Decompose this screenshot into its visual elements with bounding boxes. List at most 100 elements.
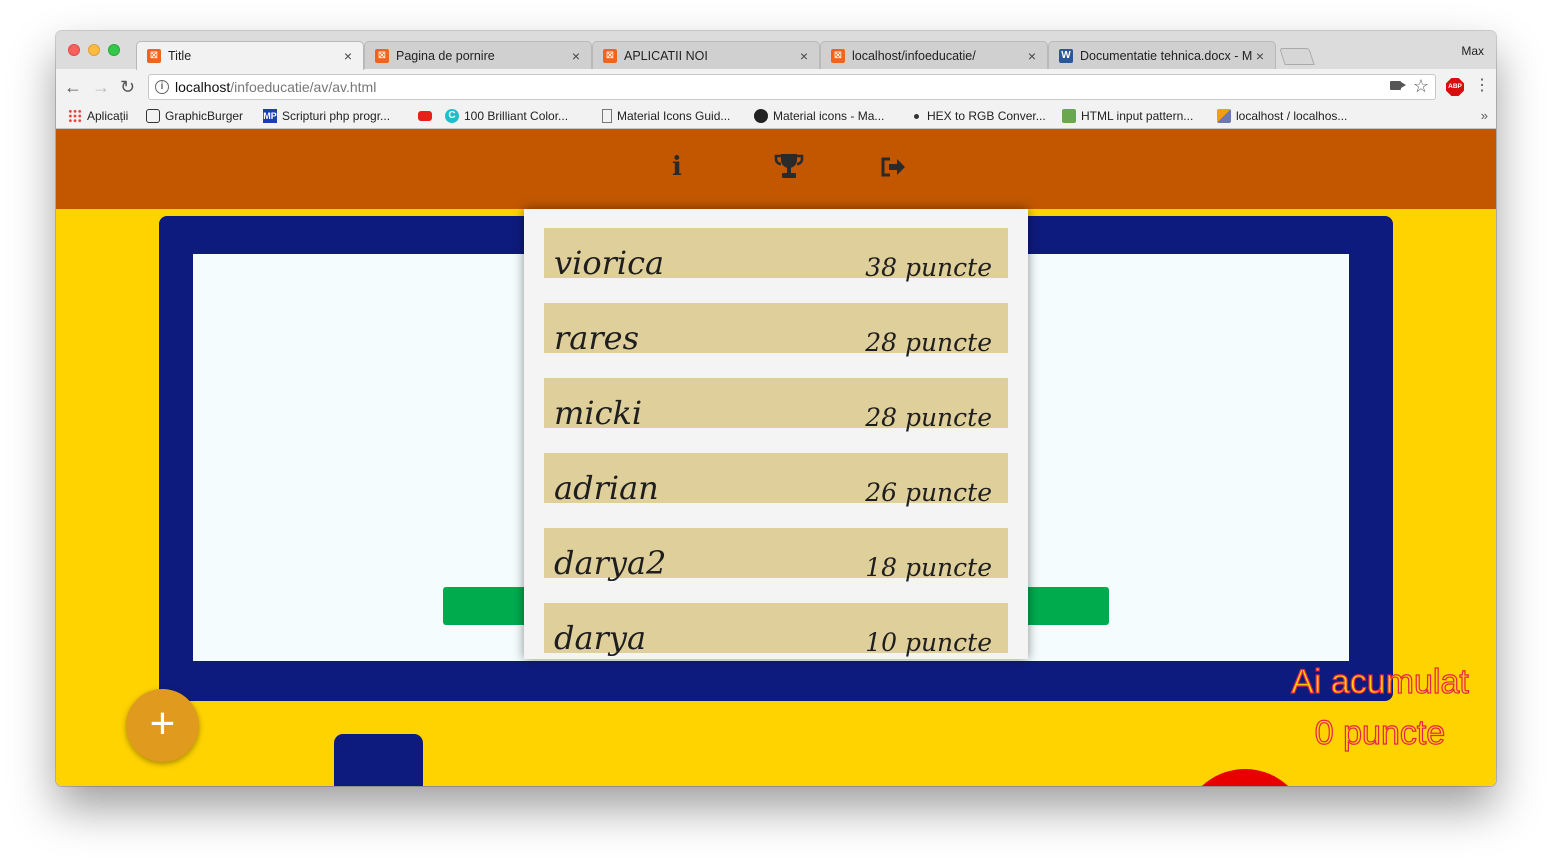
xampp-icon: ⊠: [147, 49, 161, 63]
bookmark-html-input-pattern[interactable]: HTML input pattern...: [1062, 109, 1193, 123]
window-minimize-button[interactable]: [88, 44, 100, 56]
red-circle-shape: [1182, 769, 1308, 786]
tab-documentatie-tehnica[interactable]: W Documentatie tehnica.docx - M ×: [1048, 41, 1276, 69]
word-icon: W: [1059, 48, 1073, 63]
bookmark-label: Material Icons Guid...: [617, 109, 731, 123]
back-arrow-icon[interactable]: ←: [64, 77, 82, 97]
tab-close-icon[interactable]: ×: [1253, 48, 1267, 64]
window-maximize-button[interactable]: [108, 44, 120, 56]
tab-label: APLICATII NOI: [624, 48, 708, 63]
new-tab-button[interactable]: [1279, 48, 1315, 65]
player-name: rares: [554, 319, 640, 357]
leaderboard-row: adrian 26 puncte: [544, 453, 1008, 507]
github-icon: [754, 109, 768, 123]
bookmarks-bar: Aplicații GraphicBurger MP Scripturi php…: [56, 105, 1496, 129]
tab-close-icon[interactable]: ×: [1025, 48, 1039, 64]
tab-strip: ⊠ Title × ⊠ Pagina de pornire × ⊠ APLICA…: [56, 31, 1496, 70]
bookmark-label: Material icons - Ma...: [773, 109, 885, 123]
player-score: 10 puncte: [865, 628, 992, 657]
browser-toolbar: ← → ↻ i localhost/infoeducatie/av/av.htm…: [56, 69, 1496, 105]
camera-icon[interactable]: [1390, 81, 1406, 90]
tab-label: Title: [168, 49, 192, 63]
bookmark-graphicburger[interactable]: GraphicBurger: [146, 109, 243, 123]
tab-close-icon[interactable]: ×: [797, 48, 811, 64]
leaderboard-row: darya2 18 puncte: [544, 528, 1008, 582]
tab-close-icon[interactable]: ×: [341, 48, 355, 64]
tab-title[interactable]: ⊠ Title ×: [136, 41, 364, 70]
bookmark-material-icons[interactable]: Material icons - Ma...: [754, 109, 884, 123]
player-name: viorica: [554, 244, 665, 282]
tab-label: localhost/infoeducatie/: [852, 48, 976, 63]
bookmark-scripturi-php[interactable]: MP Scripturi php progr...: [263, 109, 390, 123]
bookmark-star-icon[interactable]: ☆: [1413, 76, 1429, 97]
score-label-line1: Ai acumulat: [1291, 662, 1470, 701]
logout-icon[interactable]: [880, 156, 906, 183]
leaderboard-panel: viorica 38 puncte rares 28 puncte micki …: [524, 209, 1028, 659]
leaderboard-row: rares 28 puncte: [544, 303, 1008, 357]
address-bar[interactable]: i localhost/infoeducatie/av/av.html ☆: [148, 74, 1436, 100]
xampp-icon: ⊠: [603, 48, 617, 63]
navy-block-shape: [334, 734, 423, 786]
bookmark-label: Scripturi php progr...: [282, 109, 391, 123]
tab-aplicatii-noi[interactable]: ⊠ APLICATII NOI ×: [592, 41, 820, 69]
adblock-plus-icon[interactable]: ABP: [1446, 78, 1464, 96]
leaderboard-row: micki 28 puncte: [544, 378, 1008, 432]
browser-window: ⊠ Title × ⊠ Pagina de pornire × ⊠ APLICA…: [56, 31, 1496, 786]
player-name: adrian: [554, 469, 659, 507]
apps-grid-icon: [68, 109, 82, 123]
bookmark-label: HTML input pattern...: [1081, 109, 1194, 123]
tab-pagina-de-pornire[interactable]: ⊠ Pagina de pornire ×: [364, 41, 592, 69]
address-url[interactable]: localhost/infoeducatie/av/av.html: [175, 79, 376, 95]
window-close-button[interactable]: [68, 44, 80, 56]
bookmark-hex-to-rgb[interactable]: HEX to RGB Conver...: [910, 109, 1046, 123]
xampp-icon: ⊠: [831, 48, 845, 63]
youtube-icon: [418, 111, 432, 121]
bookmark-label: Aplicații: [87, 109, 129, 123]
url-host: localhost: [175, 79, 231, 95]
xampp-icon: ⊠: [375, 48, 389, 63]
player-score: 18 puncte: [865, 553, 992, 582]
bookmark-brilliant-color[interactable]: C 100 Brilliant Color...: [445, 109, 568, 123]
reload-icon[interactable]: ↻: [120, 77, 135, 97]
phpmyadmin-icon: [1217, 109, 1231, 123]
score-label-line2: 0 puncte: [1314, 713, 1446, 752]
bookmark-label: 100 Brilliant Color...: [464, 109, 569, 123]
browser-menu-icon[interactable]: ⋮: [1474, 76, 1490, 96]
info-icon[interactable]: i: [672, 152, 682, 182]
leaderboard-row: viorica 38 puncte: [544, 228, 1008, 282]
player-score: 28 puncte: [865, 328, 992, 357]
player-name: darya2: [554, 544, 667, 582]
player-score: 28 puncte: [865, 403, 992, 432]
site-info-icon[interactable]: i: [155, 80, 169, 94]
bookmark-material-icons-guide[interactable]: Material Icons Guid...: [600, 109, 730, 123]
player-score: 38 puncte: [865, 253, 992, 282]
leaderboard-row: darya 10 puncte: [544, 603, 1008, 657]
add-fab-button[interactable]: +: [126, 689, 199, 762]
bookmark-label: GraphicBurger: [165, 109, 244, 123]
player-score: 26 puncte: [865, 478, 992, 507]
player-name: micki: [554, 394, 643, 432]
mp-icon: MP: [263, 109, 277, 123]
bookmark-label: HEX to RGB Conver...: [927, 109, 1046, 123]
app-header-bar: i: [56, 129, 1496, 209]
bookmark-localhost-phpmyadmin[interactable]: localhost / localhos...: [1217, 109, 1347, 123]
app-page: i viorica 38 puncte rares 28 puncte mick…: [56, 129, 1496, 786]
canva-icon: C: [445, 109, 459, 123]
tab-close-icon[interactable]: ×: [569, 48, 583, 64]
profile-name[interactable]: Max: [1461, 44, 1484, 58]
player-name: darya: [554, 619, 647, 657]
more-bookmarks-chevron-icon[interactable]: »: [1481, 108, 1488, 123]
bookmark-youtube[interactable]: [418, 109, 437, 121]
bookmark-aplicatii[interactable]: Aplicații: [68, 109, 128, 123]
tab-label: Documentatie tehnica.docx - M: [1080, 48, 1253, 63]
dot-icon: [914, 113, 919, 119]
tab-label: Pagina de pornire: [396, 48, 495, 63]
bookmark-label: localhost / localhos...: [1236, 109, 1348, 123]
graphicburger-icon: [146, 109, 160, 123]
forward-arrow-icon[interactable]: →: [92, 77, 110, 97]
url-path: /infoeducatie/av/av.html: [230, 79, 377, 95]
tab-localhost-infoeducatie[interactable]: ⊠ localhost/infoeducatie/ ×: [820, 41, 1048, 69]
trophy-icon[interactable]: [774, 152, 804, 185]
html-pattern-icon: [1062, 109, 1076, 123]
page-icon: [602, 109, 612, 123]
